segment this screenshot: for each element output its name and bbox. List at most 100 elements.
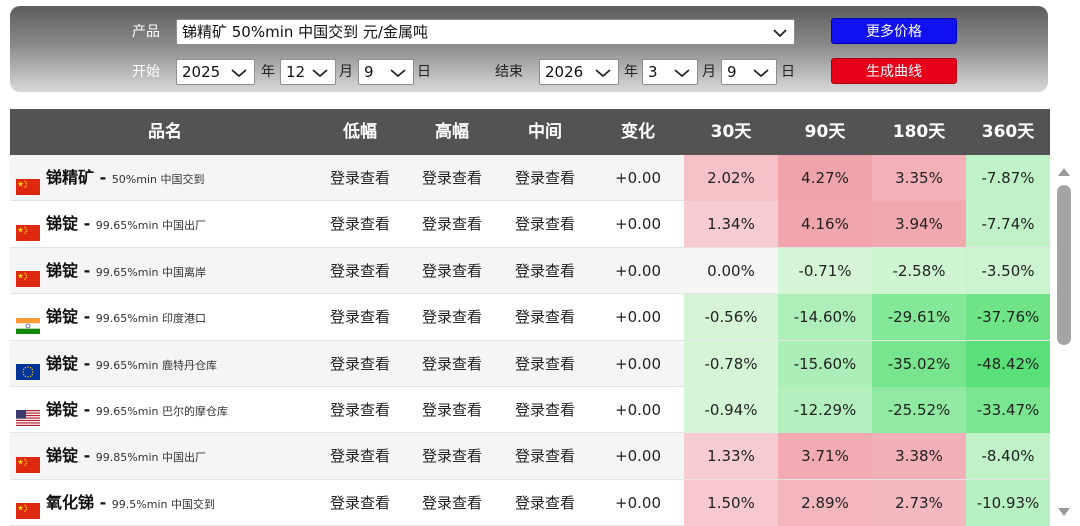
cell-low[interactable]: 登录查看 bbox=[314, 480, 406, 526]
cell-90d: -15.60% bbox=[778, 340, 872, 387]
cell-high[interactable]: 登录查看 bbox=[406, 433, 498, 479]
product-name-cell[interactable]: 锑锭 - 99.65%min 中国离岸 bbox=[16, 248, 206, 294]
cell-180d: 3.38% bbox=[872, 433, 966, 480]
product-spec: 99.65%min 巴尔的摩仓库 bbox=[95, 404, 228, 418]
in-flag-icon bbox=[16, 306, 40, 334]
product-spec: 99.65%min 中国出厂 bbox=[95, 219, 206, 233]
start-year-value: 2025 bbox=[182, 63, 221, 81]
cell-change: +0.00 bbox=[615, 215, 661, 234]
product-spec: 99.5%min 中国交到 bbox=[111, 497, 215, 511]
product-name-cell[interactable]: 锑锭 - 99.65%min 巴尔的摩仓库 bbox=[16, 387, 228, 433]
scrollbar-thumb[interactable] bbox=[1057, 185, 1071, 345]
cell-mid[interactable]: 登录查看 bbox=[498, 480, 592, 526]
cell-change: +0.00 bbox=[615, 493, 661, 512]
cell-30d: -0.94% bbox=[684, 386, 778, 433]
start-day-unit: 日 bbox=[417, 64, 431, 80]
cell-180d: 2.73% bbox=[872, 479, 966, 526]
chevron-down-icon bbox=[595, 68, 611, 78]
product-name: 锑锭 bbox=[46, 446, 79, 466]
cell-low[interactable]: 登录查看 bbox=[314, 201, 406, 247]
cell-360d: -3.50% bbox=[966, 247, 1050, 294]
table-row[interactable]: 锑锭 - 99.65%min 鹿特丹仓库 登录查看 登录查看 登录查看 +0.00 -0.… bbox=[10, 340, 1050, 387]
cell-high[interactable]: 登录查看 bbox=[406, 294, 498, 340]
table-row[interactable]: 锑锭 - 99.85%min 中国出厂 登录查看 登录查看 登录查看 +0.00 1.33… bbox=[10, 433, 1050, 480]
cell-180d: -35.02% bbox=[872, 340, 966, 387]
product-name-cell[interactable]: 锑锭 - 99.85%min 中国出厂 bbox=[16, 433, 206, 479]
cell-low[interactable]: 登录查看 bbox=[314, 155, 406, 201]
product-separator: - bbox=[78, 214, 96, 234]
cell-mid[interactable]: 登录查看 bbox=[498, 294, 592, 340]
scroll-down-arrow-icon[interactable] bbox=[1057, 503, 1071, 516]
start-day-value: 9 bbox=[364, 63, 374, 81]
start-month-select[interactable]: 12 bbox=[280, 59, 336, 85]
end-day-select[interactable]: 9 bbox=[721, 59, 777, 85]
start-year-select[interactable]: 2025 bbox=[176, 59, 255, 85]
product-separator: - bbox=[78, 353, 96, 373]
cell-30d: 1.33% bbox=[684, 433, 778, 480]
scrollbar[interactable] bbox=[1053, 155, 1075, 523]
cell-mid[interactable]: 登录查看 bbox=[498, 248, 592, 294]
product-separator: - bbox=[78, 446, 96, 466]
table-row[interactable]: 氧化锑 - 99.5%min 中国交到 登录查看 登录查看 登录查看 +0.00 1.50… bbox=[10, 479, 1050, 526]
header-change: 变化 bbox=[621, 122, 655, 142]
more-prices-button[interactable]: 更多价格 bbox=[831, 18, 957, 44]
cell-low[interactable]: 登录查看 bbox=[314, 248, 406, 294]
scroll-up-arrow-icon[interactable] bbox=[1057, 163, 1071, 176]
cell-low[interactable]: 登录查看 bbox=[314, 294, 406, 340]
cell-high[interactable]: 登录查看 bbox=[406, 201, 498, 247]
cell-high[interactable]: 登录查看 bbox=[406, 155, 498, 201]
start-label: 开始 bbox=[132, 64, 160, 80]
us-flag-icon bbox=[16, 398, 40, 427]
cell-low[interactable]: 登录查看 bbox=[314, 387, 406, 433]
product-name-cell[interactable]: 锑精矿 - 50%min 中国交到 bbox=[16, 155, 205, 201]
header-30d: 30天 bbox=[710, 122, 752, 142]
chevron-down-icon bbox=[390, 68, 406, 78]
table-row[interactable]: 锑精矿 - 50%min 中国交到 登录查看 登录查看 登录查看 +0.00 2.02% 4… bbox=[10, 155, 1050, 202]
cell-high[interactable]: 登录查看 bbox=[406, 480, 498, 526]
product-separator: - bbox=[94, 492, 112, 512]
cn-flag-icon bbox=[16, 213, 40, 241]
product-name: 锑锭 bbox=[46, 214, 79, 234]
cell-180d: -2.58% bbox=[872, 247, 966, 294]
product-name: 锑锭 bbox=[46, 260, 79, 280]
cell-low[interactable]: 登录查看 bbox=[314, 433, 406, 479]
product-select[interactable]: 锑精矿 50%min 中国交到 元/金属吨 bbox=[176, 19, 795, 45]
generate-curve-button[interactable]: 生成曲线 bbox=[831, 58, 957, 84]
cell-mid[interactable]: 登录查看 bbox=[498, 387, 592, 433]
cell-high[interactable]: 登录查看 bbox=[406, 248, 498, 294]
table-row[interactable]: 锑锭 - 99.65%min 印度港口 登录查看 登录查看 登录查看 +0.00 -0.5… bbox=[10, 294, 1050, 341]
table-row[interactable]: 锑锭 - 99.65%min 中国离岸 登录查看 登录查看 登录查看 +0.00 0.00… bbox=[10, 247, 1050, 295]
cell-high[interactable]: 登录查看 bbox=[406, 387, 498, 433]
product-name-cell[interactable]: 锑锭 - 99.65%min 鹿特丹仓库 bbox=[16, 341, 217, 387]
product-name: 氧化锑 bbox=[46, 492, 95, 512]
product-name-cell[interactable]: 锑锭 - 99.65%min 印度港口 bbox=[16, 294, 206, 340]
chevron-down-icon bbox=[674, 68, 690, 78]
cell-30d: 1.34% bbox=[684, 201, 778, 248]
cell-mid[interactable]: 登录查看 bbox=[498, 341, 592, 387]
cell-90d: -12.29% bbox=[778, 386, 872, 433]
cell-mid[interactable]: 登录查看 bbox=[498, 433, 592, 479]
cell-90d: 4.16% bbox=[778, 201, 872, 248]
end-day-value: 9 bbox=[727, 63, 737, 81]
table-row[interactable]: 锑锭 - 99.65%min 巴尔的摩仓库 登录查看 登录查看 登录查看 +0.00 -0… bbox=[10, 386, 1050, 434]
end-month-select[interactable]: 3 bbox=[642, 59, 698, 85]
start-day-select[interactable]: 9 bbox=[358, 59, 414, 85]
end-label: 结束 bbox=[495, 64, 523, 80]
filter-panel: 产品 锑精矿 50%min 中国交到 元/金属吨 更多价格 开始 2025 年 … bbox=[10, 6, 1048, 92]
cn-flag-icon bbox=[16, 491, 40, 520]
cn-flag-icon bbox=[16, 259, 40, 288]
cell-high[interactable]: 登录查看 bbox=[406, 341, 498, 387]
product-name: 锑精矿 bbox=[46, 168, 95, 187]
product-name-cell[interactable]: 氧化锑 - 99.5%min 中国交到 bbox=[16, 480, 215, 526]
product-name-cell[interactable]: 锑锭 - 99.65%min 中国出厂 bbox=[16, 201, 206, 247]
end-year-select[interactable]: 2026 bbox=[539, 59, 619, 85]
header-low: 低幅 bbox=[343, 122, 377, 142]
cell-mid[interactable]: 登录查看 bbox=[498, 201, 592, 247]
price-table: 品名 低幅 高幅 中间 变化 30天 90天 180天 360天 锑精矿 - 5… bbox=[10, 109, 1050, 526]
product-separator: - bbox=[78, 260, 96, 280]
table-row[interactable]: 锑锭 - 99.65%min 中国出厂 登录查看 登录查看 登录查看 +0.00 1.34… bbox=[10, 201, 1050, 248]
cell-mid[interactable]: 登录查看 bbox=[498, 155, 592, 201]
table-body: 锑精矿 - 50%min 中国交到 登录查看 登录查看 登录查看 +0.00 2.02% 4… bbox=[10, 155, 1050, 526]
cell-low[interactable]: 登录查看 bbox=[314, 341, 406, 387]
header-name: 品名 bbox=[148, 122, 182, 142]
